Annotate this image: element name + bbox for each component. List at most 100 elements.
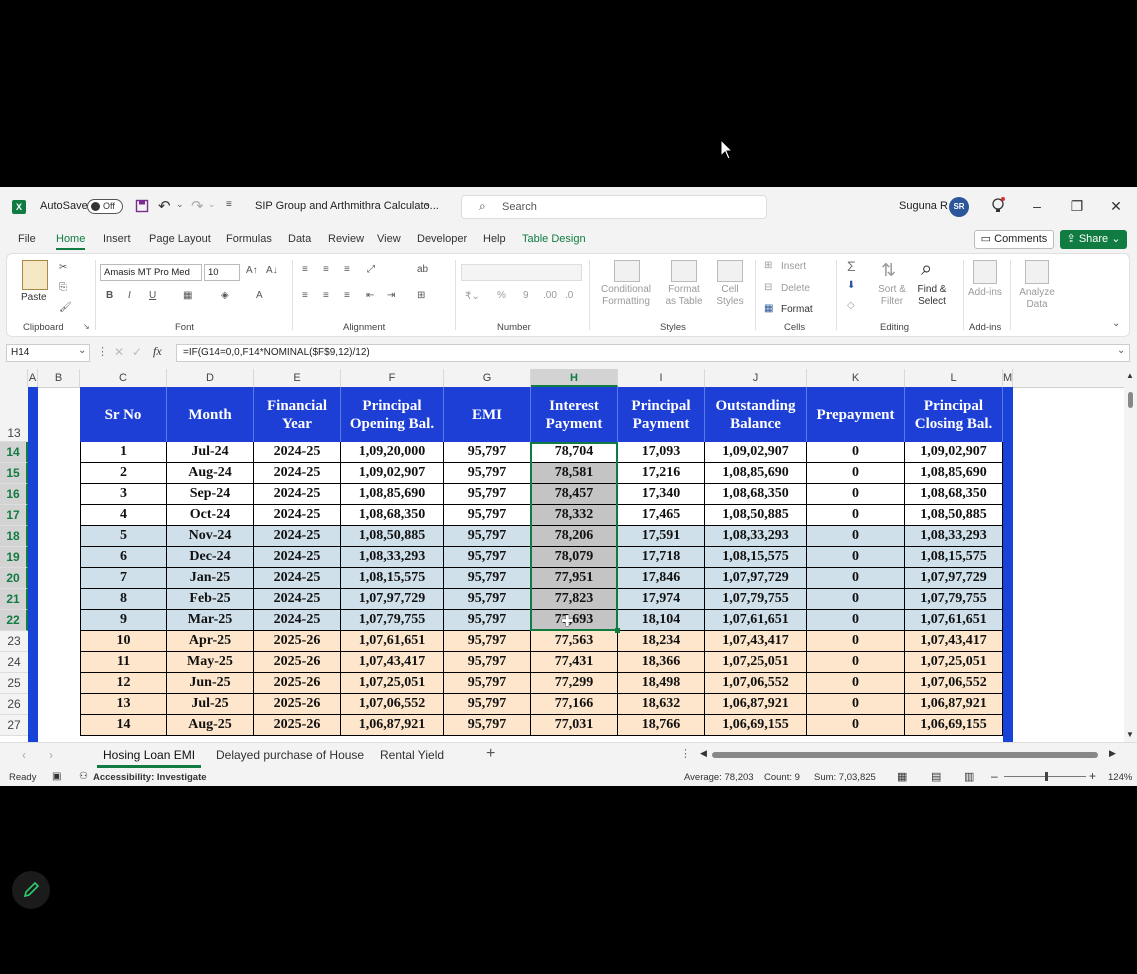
table-cell[interactable]: 13 bbox=[80, 694, 167, 715]
table-cell[interactable]: 1,09,02,907 bbox=[341, 463, 444, 484]
table-cell[interactable]: 1,09,20,000 bbox=[341, 442, 444, 463]
table-cell[interactable]: 18,104 bbox=[618, 610, 705, 631]
sheet-tab-delayed-purchase[interactable]: Delayed purchase of House bbox=[216, 748, 364, 762]
table-cell[interactable]: 95,797 bbox=[444, 568, 531, 589]
table-cell[interactable]: Apr-25 bbox=[167, 631, 254, 652]
table-header-cell[interactable]: Financial Year bbox=[254, 387, 341, 442]
column-header-m[interactable]: M bbox=[1003, 369, 1013, 387]
status-sum[interactable]: Sum: 7,03,825 bbox=[814, 772, 876, 783]
accounting-format-icon[interactable]: ₹⌄ bbox=[465, 291, 480, 302]
table-cell[interactable]: 17,718 bbox=[618, 547, 705, 568]
column-header-j[interactable]: J bbox=[705, 369, 807, 387]
table-cell[interactable]: Oct-24 bbox=[167, 505, 254, 526]
table-cell[interactable]: 2024-25 bbox=[254, 568, 341, 589]
table-cell[interactable]: 4 bbox=[80, 505, 167, 526]
row-header[interactable]: 24 bbox=[0, 652, 28, 673]
table-cell[interactable]: 77,031 bbox=[531, 715, 618, 736]
collapse-ribbon-icon[interactable]: ⌄ bbox=[1112, 318, 1120, 329]
page-break-view-icon[interactable]: ▥ bbox=[964, 770, 974, 783]
table-cell[interactable]: Jul-24 bbox=[167, 442, 254, 463]
table-cell[interactable]: 18,766 bbox=[618, 715, 705, 736]
paste-icon[interactable] bbox=[22, 260, 48, 290]
table-cell[interactable]: 6 bbox=[80, 547, 167, 568]
table-cell[interactable]: 1,08,50,885 bbox=[341, 526, 444, 547]
table-cell[interactable]: May-25 bbox=[167, 652, 254, 673]
status-count[interactable]: Count: 9 bbox=[764, 772, 800, 783]
cut-icon[interactable]: ✂ bbox=[59, 262, 67, 273]
table-cell[interactable]: 9 bbox=[80, 610, 167, 631]
table-cell[interactable]: 1,07,06,552 bbox=[905, 673, 1003, 694]
tab-home[interactable]: Home bbox=[56, 233, 86, 250]
table-cell[interactable]: 95,797 bbox=[444, 463, 531, 484]
column-header-b[interactable]: B bbox=[38, 369, 80, 387]
comma-style-icon[interactable]: 9 bbox=[523, 290, 529, 301]
table-cell[interactable]: 1,08,85,690 bbox=[341, 484, 444, 505]
undo-icon[interactable]: ↶ bbox=[158, 197, 171, 215]
column-header-a[interactable]: A bbox=[28, 369, 38, 387]
delete-cells-icon[interactable]: ⊟ bbox=[764, 282, 772, 293]
table-cell[interactable]: 2024-25 bbox=[254, 463, 341, 484]
table-cell[interactable]: 1,09,02,907 bbox=[905, 442, 1003, 463]
table-cell[interactable]: 18,498 bbox=[618, 673, 705, 694]
table-cell[interactable]: 1,08,50,885 bbox=[705, 505, 807, 526]
table-cell[interactable]: 0 bbox=[807, 463, 905, 484]
add-sheet-icon[interactable]: + bbox=[486, 745, 495, 763]
format-cells-button[interactable]: Format bbox=[781, 304, 813, 315]
table-cell[interactable]: Dec-24 bbox=[167, 547, 254, 568]
table-cell[interactable]: 1,07,97,729 bbox=[705, 568, 807, 589]
underline-icon[interactable]: U bbox=[149, 290, 156, 301]
comments-button[interactable]: ▭ Comments bbox=[974, 230, 1054, 249]
table-header-cell[interactable]: Outstanding Balance bbox=[705, 387, 807, 442]
autosave-toggle[interactable]: Off bbox=[87, 199, 123, 214]
table-cell[interactable]: 0 bbox=[807, 442, 905, 463]
table-cell[interactable]: 2024-25 bbox=[254, 589, 341, 610]
table-cell[interactable]: 1,06,87,921 bbox=[905, 694, 1003, 715]
save-icon[interactable] bbox=[135, 199, 149, 213]
tab-review[interactable]: Review bbox=[328, 233, 364, 245]
share-button[interactable]: ⇪ Share ⌄ bbox=[1060, 230, 1127, 249]
tab-developer[interactable]: Developer bbox=[417, 233, 467, 245]
table-cell[interactable]: 1,08,85,690 bbox=[705, 463, 807, 484]
row-header[interactable]: 23 bbox=[0, 631, 28, 652]
italic-icon[interactable]: I bbox=[128, 290, 131, 301]
column-header-h[interactable]: H bbox=[531, 369, 618, 387]
table-cell[interactable]: Mar-25 bbox=[167, 610, 254, 631]
format-painter-icon[interactable]: 🖌 bbox=[59, 302, 72, 313]
table-cell[interactable]: 2025-26 bbox=[254, 694, 341, 715]
scroll-up-icon[interactable]: ▲ bbox=[1126, 371, 1134, 380]
decrease-indent-icon[interactable]: ⇤ bbox=[366, 290, 374, 301]
font-name-select[interactable]: Amasis MT Pro Med bbox=[100, 264, 202, 281]
zoom-slider-thumb[interactable] bbox=[1045, 772, 1048, 781]
table-cell[interactable]: 1,08,68,350 bbox=[705, 484, 807, 505]
table-cell[interactable]: 1,07,97,729 bbox=[341, 589, 444, 610]
tab-table-design[interactable]: Table Design bbox=[522, 233, 586, 245]
table-cell[interactable]: 1,07,25,051 bbox=[341, 673, 444, 694]
table-cell[interactable]: 1,07,25,051 bbox=[705, 652, 807, 673]
table-cell[interactable]: 10 bbox=[80, 631, 167, 652]
row-header[interactable]: 13 bbox=[0, 387, 28, 442]
table-header-cell[interactable]: EMI bbox=[444, 387, 531, 442]
fill-handle[interactable] bbox=[615, 628, 620, 633]
table-cell[interactable]: 77,431 bbox=[531, 652, 618, 673]
customize-toolbar-icon[interactable]: ≡ bbox=[226, 199, 232, 210]
horizontal-scrollbar[interactable]: ◀ ▶ bbox=[700, 748, 1120, 760]
table-cell[interactable]: 95,797 bbox=[444, 505, 531, 526]
table-cell[interactable]: 18,234 bbox=[618, 631, 705, 652]
table-cell[interactable]: 0 bbox=[807, 526, 905, 547]
row-header[interactable]: 20 bbox=[0, 568, 28, 589]
table-header-cell[interactable]: Principal Closing Bal. bbox=[905, 387, 1003, 442]
borders-icon[interactable]: ▦ bbox=[183, 290, 192, 301]
align-middle-icon[interactable]: ≡ bbox=[323, 264, 329, 275]
annotation-pen-button[interactable] bbox=[12, 871, 50, 909]
table-cell[interactable]: 0 bbox=[807, 568, 905, 589]
table-cell[interactable]: 2024-25 bbox=[254, 610, 341, 631]
tab-page-layout[interactable]: Page Layout bbox=[149, 233, 211, 245]
table-cell[interactable]: 95,797 bbox=[444, 715, 531, 736]
insert-cells-icon[interactable]: ⊞ bbox=[764, 260, 772, 271]
table-cell[interactable]: 77,166 bbox=[531, 694, 618, 715]
font-color-icon[interactable]: A bbox=[256, 290, 263, 301]
percent-style-icon[interactable]: % bbox=[497, 290, 506, 301]
redo-dropdown-icon[interactable]: ⌄ bbox=[208, 199, 216, 210]
table-cell[interactable]: 1,08,85,690 bbox=[905, 463, 1003, 484]
select-all-corner[interactable] bbox=[0, 369, 28, 387]
